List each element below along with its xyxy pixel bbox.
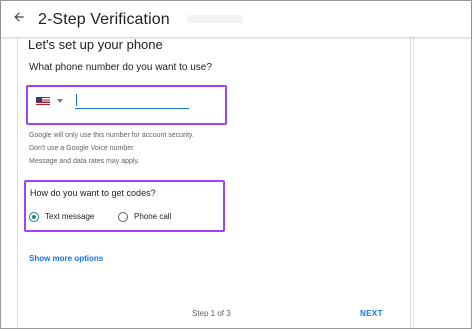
country-select[interactable] — [36, 96, 68, 108]
info-rates: Message and data rates may apply. — [29, 158, 140, 165]
radio-unchecked-icon — [118, 212, 128, 222]
right-divider — [413, 37, 414, 328]
page-title: 2-Step Verification — [38, 11, 170, 28]
step-indicator: Step 1 of 3 — [192, 309, 231, 318]
back-button[interactable] — [7, 7, 31, 31]
radio-phone-call[interactable]: Phone call — [118, 210, 171, 224]
app-bar: 2-Step Verification — [1, 1, 471, 37]
radio-label-text-message: Text message — [45, 212, 95, 221]
radio-checked-icon — [29, 212, 39, 222]
radio-text-message[interactable]: Text message — [29, 210, 94, 224]
next-button[interactable]: NEXT — [360, 308, 383, 319]
card-heading: Let's set up your phone — [28, 37, 163, 52]
phone-question: What phone number do you want to use? — [29, 62, 212, 73]
arrow-left-icon — [12, 10, 26, 29]
chevron-down-icon — [57, 99, 63, 103]
radio-dot — [31, 214, 36, 219]
text-caret — [76, 94, 77, 106]
radio-label-phone-call: Phone call — [134, 212, 172, 221]
topbar-placeholder — [187, 15, 243, 23]
info-google-voice: Don't use a Google Voice number. — [29, 145, 136, 152]
info-security: Google will only use this number for acc… — [29, 132, 194, 139]
show-more-options-link[interactable]: Show more options — [29, 254, 103, 264]
codes-question: How do you want to get codes? — [30, 188, 156, 198]
us-flag-icon — [36, 97, 50, 105]
flag-canton — [36, 97, 42, 102]
phone-number-input[interactable] — [75, 92, 189, 109]
